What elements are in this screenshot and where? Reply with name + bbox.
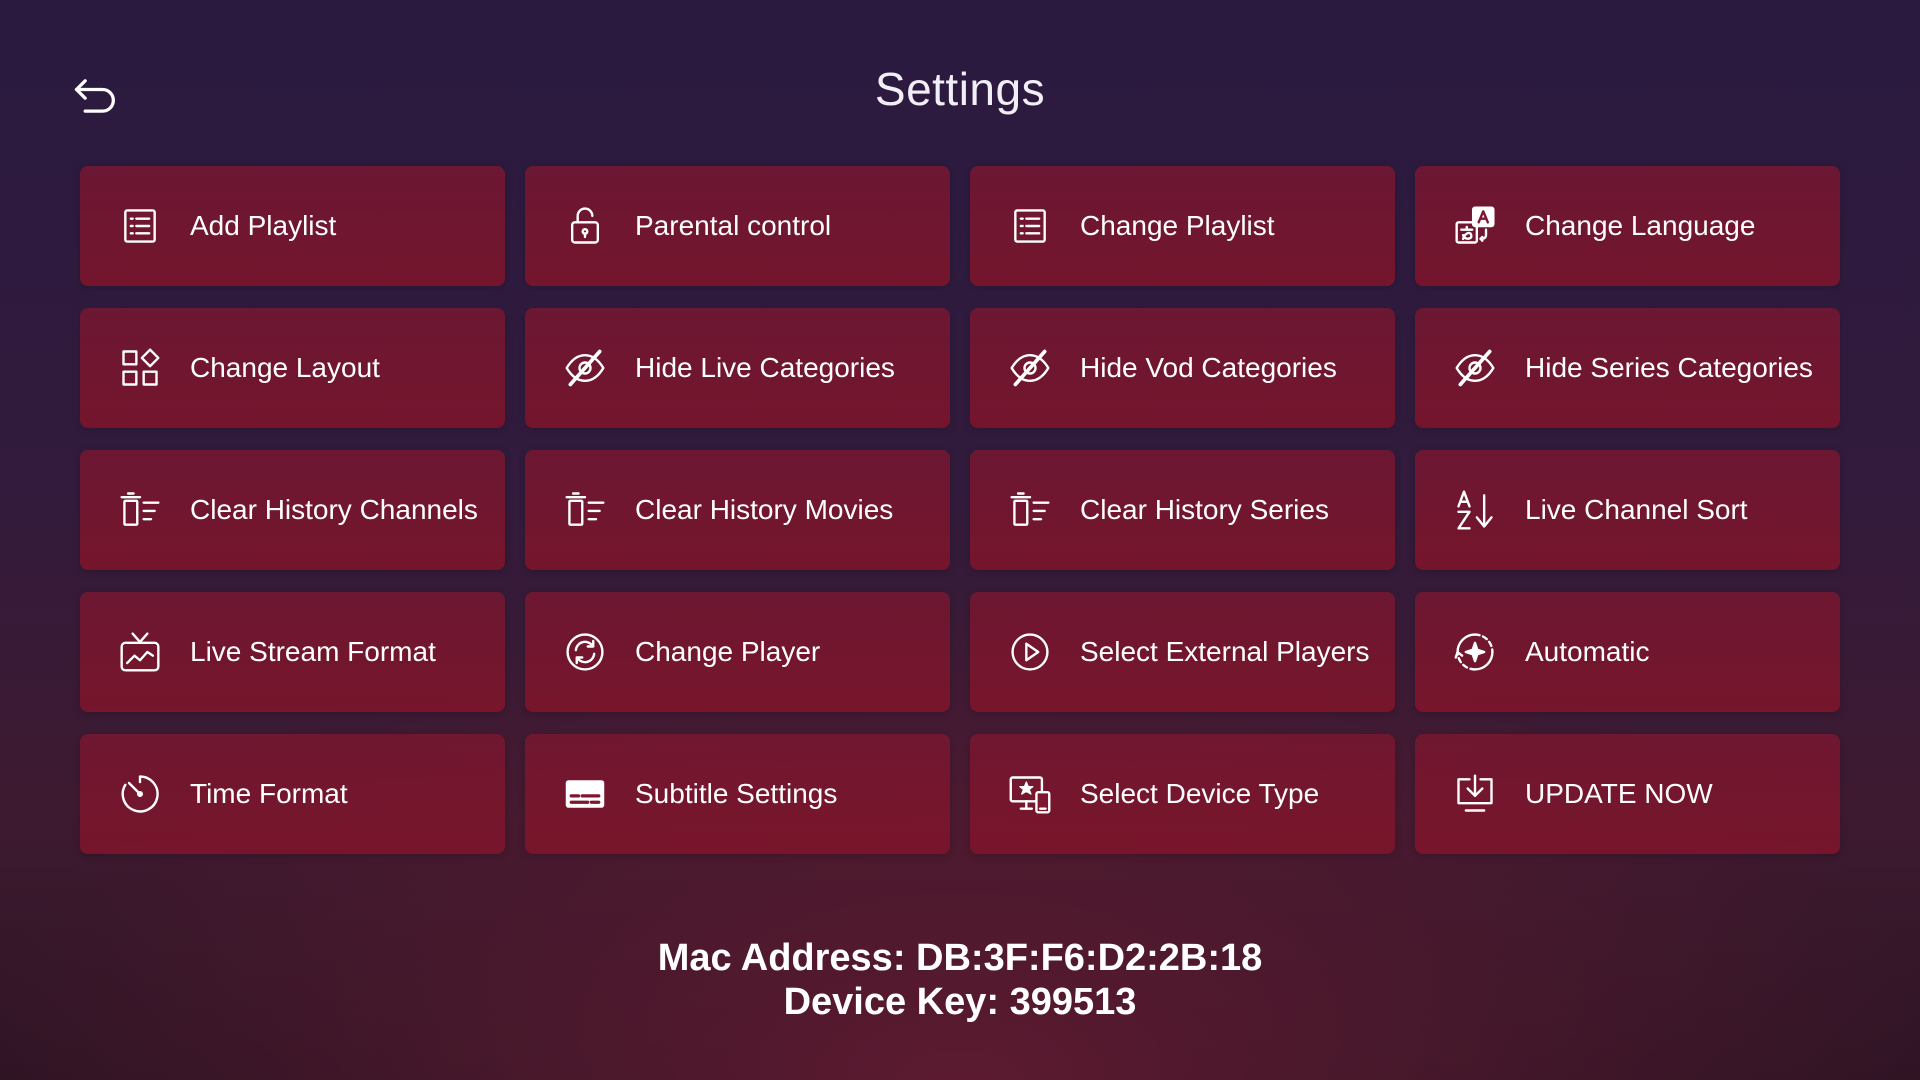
tile-label: Parental control [635, 210, 832, 241]
translate-icon [1451, 202, 1499, 250]
tile-label: Add Playlist [190, 210, 337, 241]
update-now-button[interactable]: UPDATE NOW [1415, 734, 1840, 854]
clear-list-icon [116, 486, 164, 534]
tile-label: Live Channel Sort [1525, 494, 1748, 525]
tv-icon [116, 628, 164, 676]
tile-label: Subtitle Settings [635, 778, 838, 809]
change-language-button[interactable]: Change Language [1415, 166, 1840, 286]
automatic-button[interactable]: Automatic [1415, 592, 1840, 712]
download-icon [1451, 770, 1499, 818]
eye-off-icon [1006, 344, 1054, 392]
change-layout-button[interactable]: Change Layout [80, 308, 505, 428]
parental-control-button[interactable]: Parental control [525, 166, 950, 286]
subtitles-icon [561, 770, 609, 818]
mac-address: Mac Address: DB:3F:F6:D2:2B:18 [657, 937, 1263, 979]
subtitle-settings-button[interactable]: Subtitle Settings [525, 734, 950, 854]
tile-label: Change Playlist [1080, 210, 1275, 241]
lock-icon [561, 202, 609, 250]
tile-label: Clear History Movies [635, 494, 894, 525]
tile-label: Automatic [1525, 636, 1650, 667]
hide-live-categories-button[interactable]: Hide Live Categories [525, 308, 950, 428]
time-format-button[interactable]: Time Format [80, 734, 505, 854]
hide-series-categories-button[interactable]: Hide Series Categories [1415, 308, 1840, 428]
device-info: Mac Address: DB:3F:F6:D2:2B:18 Device Ke… [0, 936, 1920, 1024]
eye-off-icon [561, 344, 609, 392]
settings-grid: Add Playlist Parental control Change Pla… [80, 166, 1840, 854]
list-icon [1006, 202, 1054, 250]
clear-history-channels-button[interactable]: Clear History Channels [80, 450, 505, 570]
eye-off-icon [1451, 344, 1499, 392]
tile-label: Hide Series Categories [1525, 352, 1813, 383]
clear-history-series-button[interactable]: Clear History Series [970, 450, 1395, 570]
auto-icon [1451, 628, 1499, 676]
list-icon [116, 202, 164, 250]
add-playlist-button[interactable]: Add Playlist [80, 166, 505, 286]
layout-icon [116, 344, 164, 392]
hide-vod-categories-button[interactable]: Hide Vod Categories [970, 308, 1395, 428]
live-channel-sort-button[interactable]: Live Channel Sort [1415, 450, 1840, 570]
clear-list-icon [1006, 486, 1054, 534]
play-circle-icon [1006, 628, 1054, 676]
sort-az-icon [1451, 486, 1499, 534]
tile-label: Change Layout [190, 352, 380, 383]
select-device-type-button[interactable]: Select Device Type [970, 734, 1395, 854]
live-stream-format-button[interactable]: Live Stream Format [80, 592, 505, 712]
tile-label: Hide Vod Categories [1080, 352, 1337, 383]
tile-label: Live Stream Format [190, 636, 436, 667]
tile-label: Time Format [190, 778, 348, 809]
tile-label: Change Player [635, 636, 821, 667]
tile-label: Clear History Series [1080, 494, 1329, 525]
tile-label: Change Language [1525, 210, 1756, 241]
device-key: Device Key: 399513 [783, 981, 1137, 1023]
select-external-players-button[interactable]: Select External Players [970, 592, 1395, 712]
device-icon [1006, 770, 1054, 818]
page-title: Settings [874, 63, 1046, 115]
timer-icon [116, 770, 164, 818]
tile-label: Select Device Type [1080, 778, 1320, 809]
tile-label: Clear History Channels [190, 494, 478, 525]
tile-label: Select External Players [1080, 636, 1370, 667]
clear-history-movies-button[interactable]: Clear History Movies [525, 450, 950, 570]
change-playlist-button[interactable]: Change Playlist [970, 166, 1395, 286]
tile-label: UPDATE NOW [1525, 778, 1713, 809]
clear-list-icon [561, 486, 609, 534]
player-cycle-icon [561, 628, 609, 676]
change-player-button[interactable]: Change Player [525, 592, 950, 712]
tile-label: Hide Live Categories [635, 352, 895, 383]
